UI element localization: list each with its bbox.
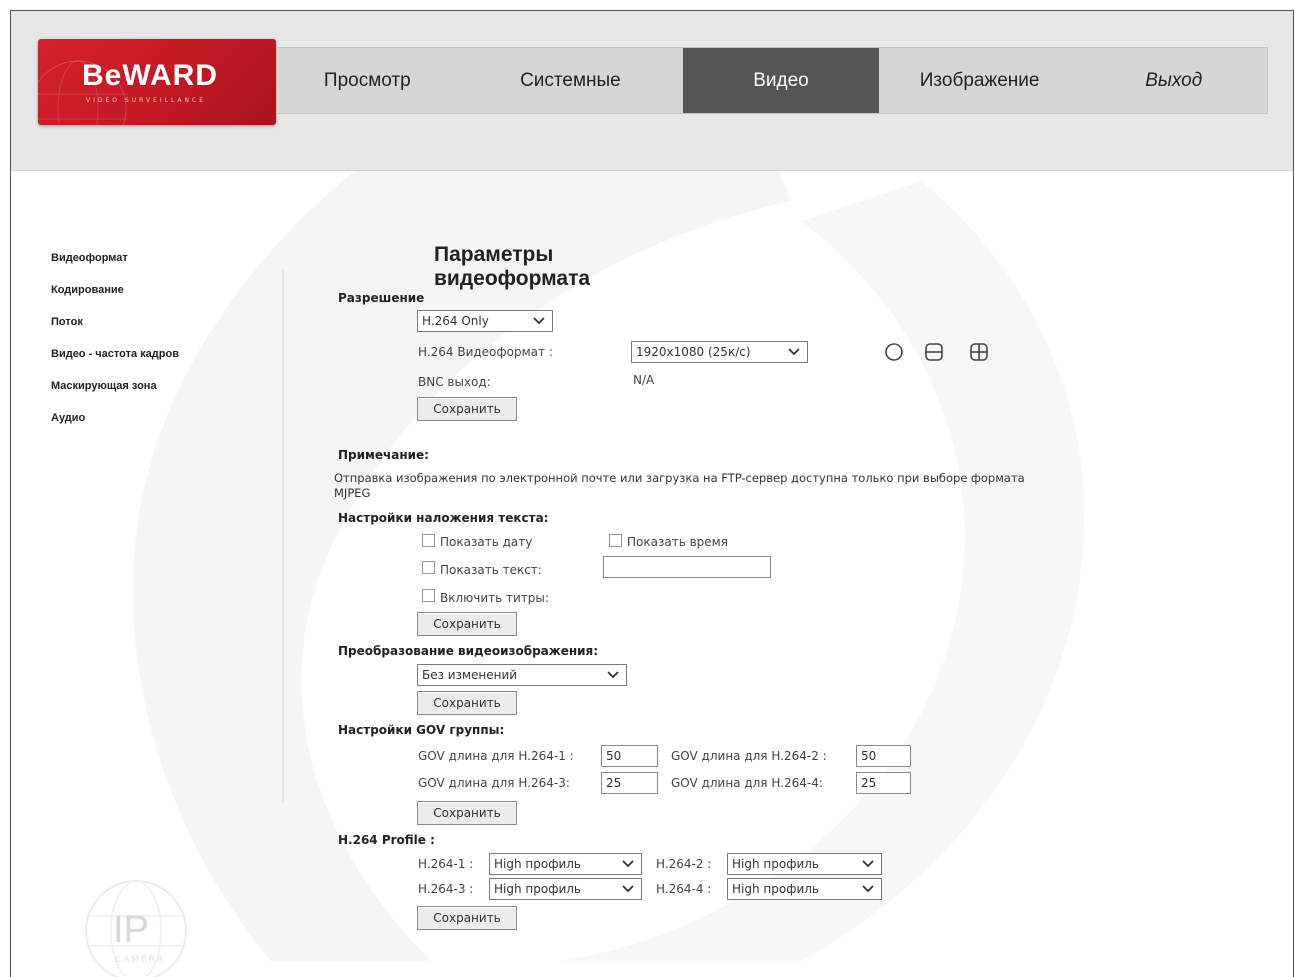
ip-camera-watermark: IP CAMERA bbox=[51, 871, 231, 977]
profile-value-4: High профиль bbox=[732, 882, 819, 896]
sidebar-item-stream[interactable]: Поток bbox=[51, 315, 179, 347]
chevron-down-icon bbox=[862, 860, 874, 868]
sidebar-divider bbox=[282, 269, 284, 803]
videoformat-select[interactable]: 1920x1080 (25к/с) bbox=[631, 341, 808, 363]
profile-select-4[interactable]: High профиль bbox=[727, 878, 882, 900]
nav-image[interactable]: Изображение bbox=[879, 48, 1081, 113]
sidebar-item-audio[interactable]: Аудио bbox=[51, 411, 179, 443]
subtitles-label: Включить титры: bbox=[440, 591, 549, 605]
show-time-label: Показать время bbox=[627, 535, 728, 549]
videoformat-value: 1920x1080 (25к/с) bbox=[636, 345, 751, 359]
stream-mode-select[interactable]: H.264 Only bbox=[417, 310, 553, 332]
nav-logout[interactable]: Выход bbox=[1080, 48, 1267, 113]
gov-input-2[interactable]: 50 bbox=[856, 745, 911, 767]
split-4-view-icon[interactable] bbox=[968, 341, 990, 363]
camera-web-ui: BeWARD VIDEO SURVEILLANCE Просмотр Систе… bbox=[10, 10, 1294, 977]
show-date-label: Показать дату bbox=[440, 535, 533, 549]
circle-view-icon[interactable] bbox=[883, 341, 905, 363]
profile-label-2: H.264-2 : bbox=[656, 857, 712, 871]
profile-value-2: High профиль bbox=[732, 857, 819, 871]
transform-select[interactable]: Без изменений bbox=[417, 664, 627, 686]
nav-view[interactable]: Просмотр bbox=[277, 48, 458, 113]
show-text-label: Показать текст: bbox=[440, 563, 542, 577]
split-2-view-icon[interactable] bbox=[923, 341, 945, 363]
gov-input-3[interactable]: 25 bbox=[601, 772, 658, 794]
beward-logo[interactable]: BeWARD VIDEO SURVEILLANCE bbox=[38, 39, 276, 125]
bnc-output-value: N/A bbox=[633, 373, 655, 387]
chevron-down-icon bbox=[862, 885, 874, 893]
gov-label-2: GOV длина для H.264-2 : bbox=[671, 749, 827, 763]
chevron-down-icon bbox=[622, 860, 634, 868]
resolution-heading: Разрешение bbox=[338, 291, 425, 305]
videoformat-label: H.264 Видеоформат : bbox=[418, 345, 553, 359]
save-transform-button[interactable]: Сохранить bbox=[417, 691, 517, 715]
chevron-down-icon bbox=[607, 671, 619, 679]
chevron-down-icon bbox=[533, 317, 545, 325]
chevron-down-icon bbox=[788, 348, 800, 356]
subtitles-checkbox[interactable] bbox=[422, 589, 435, 602]
top-nav: Просмотр Системные Видео Изображение Вых… bbox=[276, 47, 1268, 114]
save-profile-button[interactable]: Сохранить bbox=[417, 906, 517, 930]
sidebar: Видеоформат Кодирование Поток Видео - ча… bbox=[51, 251, 179, 443]
bnc-output-label: BNC выход: bbox=[418, 375, 491, 389]
profile-label-4: H.264-4 : bbox=[656, 882, 712, 896]
profile-heading: H.264 Profile : bbox=[338, 833, 435, 847]
page-title: Параметры видеоформата bbox=[434, 243, 591, 290]
profile-select-2[interactable]: High профиль bbox=[727, 853, 882, 875]
show-text-checkbox[interactable] bbox=[422, 561, 435, 574]
gov-label-4: GOV длина для H.264-4: bbox=[671, 776, 823, 790]
gov-input-4[interactable]: 25 bbox=[856, 772, 911, 794]
gov-heading: Настройки GOV группы: bbox=[338, 723, 505, 737]
gov-input-1[interactable]: 50 bbox=[601, 745, 658, 767]
profile-value-1: High профиль bbox=[494, 857, 581, 871]
nav-system[interactable]: Системные bbox=[458, 48, 684, 113]
overlay-heading: Настройки наложения текста: bbox=[338, 511, 549, 525]
transform-heading: Преобразование видеоизображения: bbox=[338, 644, 599, 658]
profile-select-3[interactable]: High профиль bbox=[489, 878, 642, 900]
show-date-checkbox[interactable] bbox=[422, 534, 435, 547]
chevron-down-icon bbox=[622, 885, 634, 893]
nav-video[interactable]: Видео bbox=[683, 48, 879, 113]
logo-text: BeWARD bbox=[82, 59, 219, 92]
gov-label-1: GOV длина для H.264-1 : bbox=[418, 749, 574, 763]
stream-mode-value: H.264 Only bbox=[422, 314, 489, 328]
sidebar-item-encoding[interactable]: Кодирование bbox=[51, 283, 179, 315]
gov-label-3: GOV длина для H.264-3: bbox=[418, 776, 570, 790]
logo-subtext: VIDEO SURVEILLANCE bbox=[86, 97, 207, 104]
profile-label-3: H.264-3 : bbox=[418, 882, 474, 896]
save-resolution-button[interactable]: Сохранить bbox=[417, 397, 517, 421]
header-bar: BeWARD VIDEO SURVEILLANCE Просмотр Систе… bbox=[11, 11, 1293, 171]
note-heading: Примечание: bbox=[338, 448, 429, 462]
sidebar-item-privacy-mask[interactable]: Маскирующая зона bbox=[51, 379, 179, 411]
ip-watermark-subtext: CAMERA bbox=[115, 955, 165, 965]
profile-value-3: High профиль bbox=[494, 882, 581, 896]
profile-select-1[interactable]: High профиль bbox=[489, 853, 642, 875]
note-text: Отправка изображения по электронной почт… bbox=[334, 471, 1025, 500]
profile-label-1: H.264-1 : bbox=[418, 857, 474, 871]
save-gov-button[interactable]: Сохранить bbox=[417, 801, 517, 825]
sidebar-item-videoformat[interactable]: Видеоформат bbox=[51, 251, 179, 283]
save-overlay-button[interactable]: Сохранить bbox=[417, 612, 517, 636]
transform-value: Без изменений bbox=[422, 668, 518, 682]
show-time-checkbox[interactable] bbox=[609, 534, 622, 547]
ip-watermark-text: IP bbox=[113, 909, 149, 951]
overlay-text-input[interactable] bbox=[603, 556, 771, 578]
sidebar-item-framerate[interactable]: Видео - частота кадров bbox=[51, 347, 179, 379]
